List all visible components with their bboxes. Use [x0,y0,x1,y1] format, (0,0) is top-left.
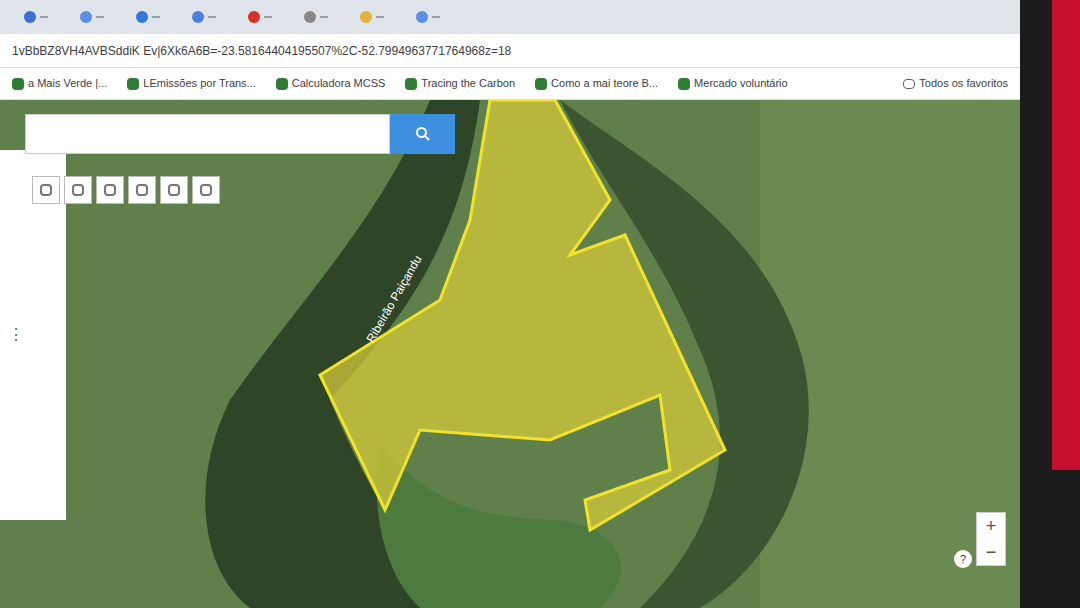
bookmark[interactable]: Como a mai teore B... [535,75,658,92]
panel-menu-button[interactable]: ⋮ [8,323,24,347]
tab-strip [0,0,1020,34]
bookmark[interactable]: Mercado voluntário [678,75,788,92]
favicon-icon [416,11,428,23]
favicon-icon [136,11,148,23]
bookmark-icon [405,78,417,90]
magnifier-icon [415,126,431,142]
favicon-icon [360,11,372,23]
tool-icon [104,184,116,196]
favicon-icon [192,11,204,23]
bookmark-icon [127,78,139,90]
map-view[interactable]: Ribeirão Paiçandu⋮+−? [0,100,1020,608]
tool-button[interactable] [96,176,124,204]
tab-close-icon [320,16,328,18]
zoom-in-button[interactable]: + [986,513,997,539]
tab-close-icon [432,16,440,18]
tool-button[interactable] [192,176,220,204]
tool-button[interactable] [64,176,92,204]
tool-icon [40,184,52,196]
favicon-icon [24,11,36,23]
browser-tab[interactable] [16,11,56,23]
browser-tab[interactable] [408,11,448,23]
tool-button[interactable] [160,176,188,204]
search-row [25,114,455,154]
zoom-out-button[interactable]: − [986,539,997,565]
tool-button[interactable] [32,176,60,204]
bookmark-icon [12,78,24,90]
tool-icon [168,184,180,196]
browser-tab[interactable] [240,11,280,23]
side-panel: ⋮ [0,150,66,520]
tab-close-icon [376,16,384,18]
bookmark-icon [535,78,547,90]
red-fabric [1052,0,1080,470]
tab-close-icon [96,16,104,18]
bookmark-icon [678,78,690,90]
all-bookmarks[interactable]: Todos os favoritos [903,75,1008,92]
address-bar: 1vBbBZ8VH4AVBSddiK Ev|6Xk6A6B=-23.581644… [0,34,1020,68]
bookmark[interactable]: LEmissões por Trans... [127,75,256,92]
bookmark[interactable]: a Mais Verde |... [12,75,107,92]
map-toolbar [32,176,220,204]
browser-tab[interactable] [184,11,224,23]
bookmark-icon [276,78,288,90]
url-field[interactable]: 1vBbBZ8VH4AVBSddiK Ev|6Xk6A6B=-23.581644… [12,42,1008,60]
tab-close-icon [40,16,48,18]
tab-close-icon [264,16,272,18]
tool-icon [200,184,212,196]
browser-tab[interactable] [72,11,112,23]
laptop-bezel [1020,0,1080,608]
browser-window: 1vBbBZ8VH4AVBSddiK Ev|6Xk6A6B=-23.581644… [0,0,1020,608]
search-button[interactable] [390,114,455,154]
tool-icon [136,184,148,196]
browser-tab[interactable] [128,11,168,23]
search-input[interactable] [25,114,390,154]
selected-area[interactable] [320,100,725,530]
bookmark[interactable]: Calculadora MCSS [276,75,386,92]
tool-button[interactable] [128,176,156,204]
tool-icon [72,184,84,196]
favicon-icon [304,11,316,23]
tab-close-icon [208,16,216,18]
tab-close-icon [152,16,160,18]
favicon-icon [80,11,92,23]
bookmark[interactable]: Tracing the Carbon [405,75,515,92]
folder-icon [903,79,915,89]
favicon-icon [248,11,260,23]
help-button[interactable]: ? [954,550,972,568]
browser-tab[interactable] [296,11,336,23]
bookmarks-bar: a Mais Verde |... LEmissões por Trans... C… [0,68,1020,100]
browser-tab[interactable] [352,11,392,23]
photo-frame: 1vBbBZ8VH4AVBSddiK Ev|6Xk6A6B=-23.581644… [0,0,1080,608]
zoom-control: +− [976,512,1006,566]
